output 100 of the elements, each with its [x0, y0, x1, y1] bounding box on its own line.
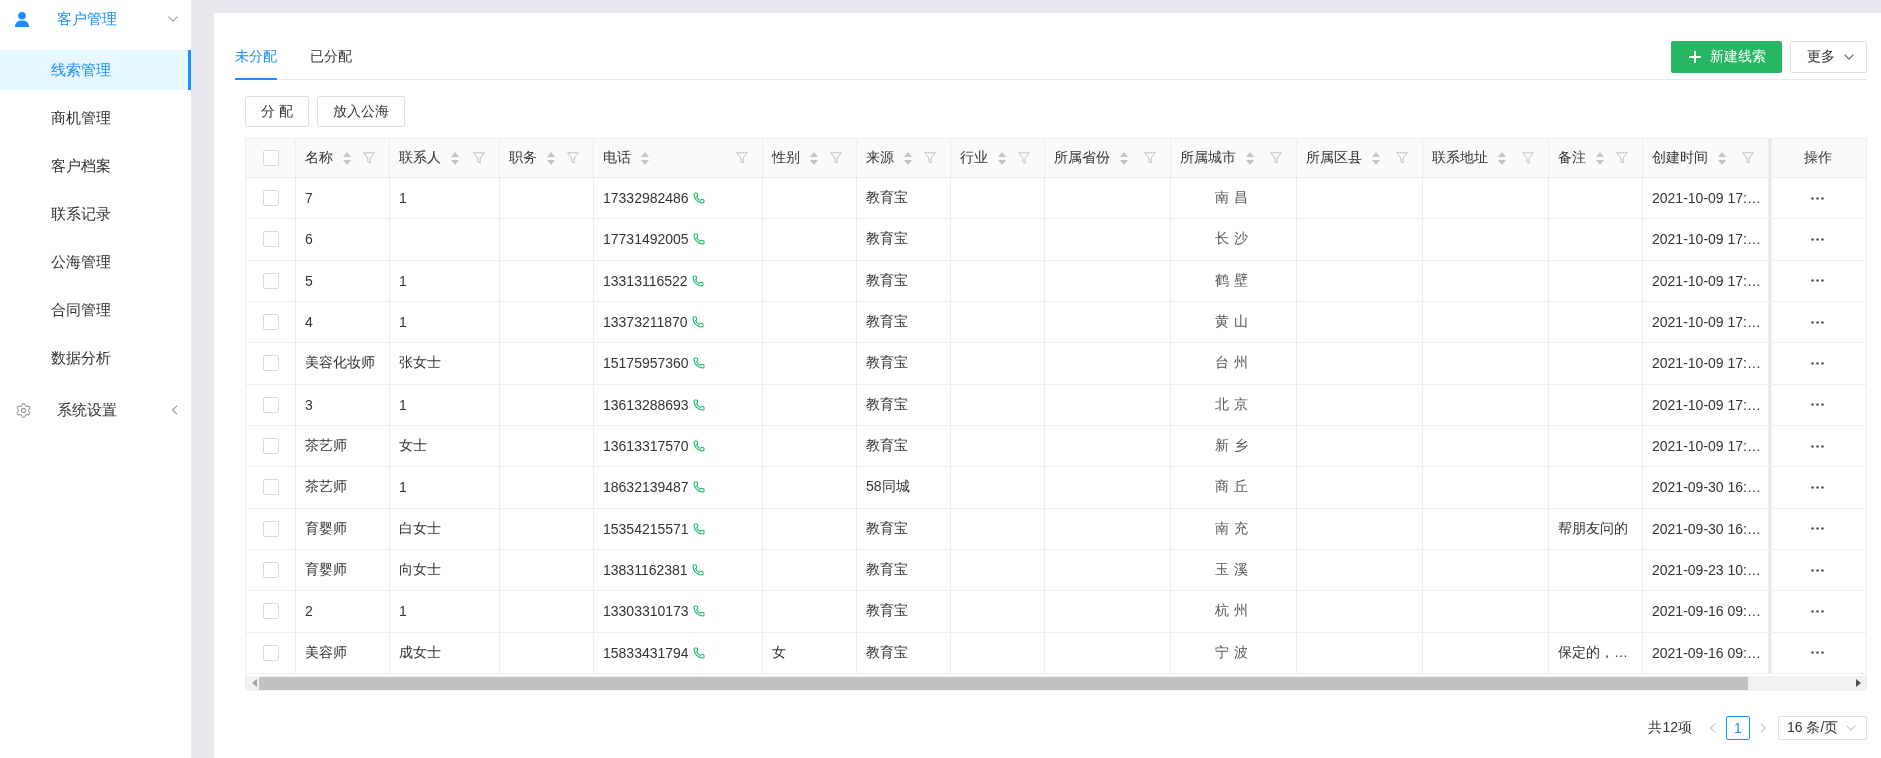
city-name: 黄山 — [1214, 313, 1253, 332]
sort-icon[interactable] — [1372, 151, 1380, 165]
checkbox[interactable] — [262, 644, 279, 661]
sort-icon[interactable] — [547, 151, 555, 165]
note-text: 保定的，… — [1558, 643, 1628, 662]
phone-icon[interactable] — [692, 605, 705, 618]
more-icon[interactable] — [1811, 609, 1824, 613]
sort-icon[interactable] — [1120, 151, 1128, 165]
filter-icon[interactable] — [473, 152, 485, 164]
more-icon[interactable] — [1811, 196, 1824, 200]
phone-icon[interactable] — [692, 522, 705, 535]
sort-icon[interactable] — [904, 151, 912, 165]
lead-name: 5 — [305, 272, 313, 289]
filter-icon[interactable] — [1144, 152, 1156, 164]
phone-number: 13831162381 — [603, 562, 688, 579]
phone-icon[interactable] — [692, 233, 705, 246]
filter-icon[interactable] — [363, 152, 375, 164]
triangle-left-icon[interactable] — [252, 679, 257, 688]
checkbox[interactable] — [262, 190, 279, 207]
city-name: 北京 — [1214, 395, 1253, 414]
menu-item[interactable]: 合同管理 — [0, 290, 191, 330]
filter-icon[interactable] — [567, 152, 579, 164]
checkbox[interactable] — [262, 603, 279, 620]
phone-number: 15833431794 — [603, 644, 689, 661]
filter-icon[interactable] — [1616, 152, 1628, 164]
checkbox[interactable] — [262, 314, 279, 331]
city-name: 商丘 — [1214, 478, 1253, 497]
triangle-right-icon[interactable] — [1856, 679, 1861, 688]
filter-icon[interactable] — [1396, 152, 1408, 164]
tab[interactable]: 已分配 — [310, 41, 352, 80]
checkbox[interactable] — [262, 479, 279, 496]
sort-icon[interactable] — [641, 151, 649, 165]
sort-icon[interactable] — [810, 151, 818, 165]
menu-item[interactable]: 联系记录 — [0, 194, 191, 234]
checkbox[interactable] — [262, 438, 279, 455]
sort-icon[interactable] — [1246, 151, 1254, 165]
filter-icon[interactable] — [736, 152, 748, 164]
sort-icon[interactable] — [1596, 151, 1604, 165]
filter-icon[interactable] — [830, 152, 842, 164]
phone-icon[interactable] — [692, 440, 705, 453]
filter-icon[interactable] — [1018, 152, 1030, 164]
more-icon[interactable] — [1811, 361, 1824, 365]
sort-icon[interactable] — [1498, 151, 1506, 165]
contact-name: 向女士 — [399, 561, 441, 580]
column-title: 行业 — [960, 149, 988, 167]
menu-item[interactable]: 商机管理 — [0, 98, 191, 138]
checkbox[interactable] — [262, 562, 279, 579]
more-icon[interactable] — [1811, 238, 1824, 241]
action-button[interactable]: 分 配 — [245, 96, 309, 127]
more-icon[interactable] — [1811, 568, 1824, 572]
more-icon[interactable] — [1811, 485, 1824, 489]
source-text: 58同城 — [866, 478, 910, 497]
lead-name: 茶艺师 — [305, 478, 347, 497]
phone-icon[interactable] — [692, 646, 705, 659]
scrollbar-thumb[interactable] — [259, 676, 1748, 690]
sort-icon[interactable] — [451, 151, 459, 165]
phone-icon[interactable] — [691, 564, 704, 577]
more-icon[interactable] — [1811, 403, 1824, 407]
phone-number: 13613317570 — [603, 438, 689, 455]
filter-icon[interactable] — [1270, 152, 1282, 164]
lead-name: 茶艺师 — [305, 437, 347, 456]
gender-text: 女 — [772, 643, 786, 662]
city-name: 新乡 — [1214, 437, 1253, 456]
sort-icon[interactable] — [1718, 151, 1726, 165]
menu-item[interactable]: 公海管理 — [0, 242, 191, 282]
action-button[interactable]: 放入公海 — [316, 96, 405, 127]
filter-icon[interactable] — [1742, 152, 1754, 164]
phone-icon[interactable] — [692, 357, 705, 370]
phone-number: 17332982486 — [603, 190, 689, 207]
more-icon[interactable] — [1811, 320, 1824, 324]
more-icon[interactable] — [1811, 651, 1824, 655]
horizontal-scrollbar[interactable] — [246, 675, 1866, 691]
phone-icon[interactable] — [691, 274, 704, 287]
phone-icon[interactable] — [692, 192, 705, 205]
filter-icon[interactable] — [1522, 152, 1534, 164]
lead-name: 美容师 — [305, 643, 347, 662]
column-title: 创建时间 — [1652, 149, 1708, 167]
checkbox[interactable] — [262, 355, 279, 372]
phone-icon[interactable] — [692, 481, 705, 494]
menu-item[interactable]: 客户档案 — [0, 146, 191, 186]
phone-icon[interactable] — [691, 316, 704, 329]
checkbox[interactable] — [262, 150, 279, 166]
column-title: 电话 — [603, 149, 631, 167]
sort-icon[interactable] — [998, 151, 1006, 165]
created-time: 2021-09-16 09:… — [1652, 644, 1761, 661]
checkbox[interactable] — [262, 231, 279, 248]
checkbox[interactable] — [262, 272, 279, 289]
source-text: 教育宝 — [866, 354, 908, 373]
phone-icon[interactable] — [692, 398, 705, 411]
page-size-select[interactable]: 16 条/页 — [1778, 715, 1867, 740]
checkbox[interactable] — [262, 520, 279, 537]
more-icon[interactable] — [1811, 444, 1824, 448]
checkbox[interactable] — [262, 396, 279, 413]
dropdown-button[interactable]: 更多 — [1790, 41, 1867, 73]
sort-icon[interactable] — [343, 151, 351, 165]
filter-icon[interactable] — [924, 152, 936, 164]
more-icon[interactable] — [1811, 279, 1824, 283]
more-icon[interactable] — [1811, 527, 1824, 531]
menu-item[interactable]: 数据分析 — [0, 338, 191, 378]
menu-group[interactable]: 系统设置 — [0, 391, 191, 429]
